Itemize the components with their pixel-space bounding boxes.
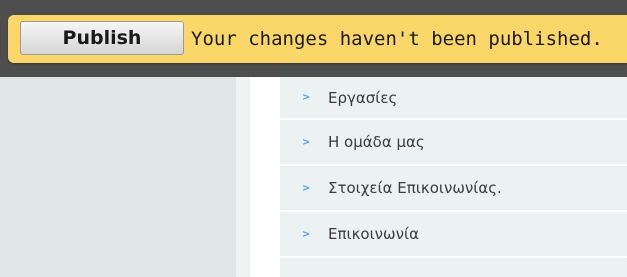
- chevron-right-icon: >: [302, 182, 311, 194]
- navigation-menu: > Εργασίες > Η ομάδα μας > Στοιχεία Επικ…: [280, 77, 627, 277]
- menu-item-label: Εργασίες: [328, 88, 398, 107]
- publish-banner: Publish Your changes haven't been publis…: [8, 15, 627, 63]
- menu-item-label: Η ομάδα μας: [328, 133, 425, 151]
- chevron-right-icon: >: [302, 136, 311, 148]
- menu-item-label: Επικοινωνία: [328, 225, 419, 243]
- chevron-right-icon: >: [302, 228, 311, 240]
- menu-item-contact[interactable]: > Επικοινωνία: [280, 212, 627, 258]
- unpublished-changes-message: Your changes haven't been published.: [191, 28, 603, 50]
- chevron-right-icon: >: [302, 92, 311, 103]
- menu-item-team[interactable]: > Η ομάδα μας: [280, 120, 627, 166]
- publish-button[interactable]: Publish: [20, 21, 184, 55]
- sidebar-gutter: [236, 77, 250, 277]
- page-content: > Εργασίες > Η ομάδα μας > Στοιχεία Επικ…: [0, 77, 627, 277]
- menu-item-contact-details[interactable]: > Στοιχεία Επικοινωνίας.: [280, 166, 627, 212]
- publish-notification-bar: Publish Your changes haven't been publis…: [0, 0, 627, 77]
- menu-item-label: Στοιχεία Επικοινωνίας.: [328, 179, 502, 197]
- menu-item-work[interactable]: > Εργασίες: [280, 77, 627, 120]
- left-sidebar-panel: [0, 77, 236, 277]
